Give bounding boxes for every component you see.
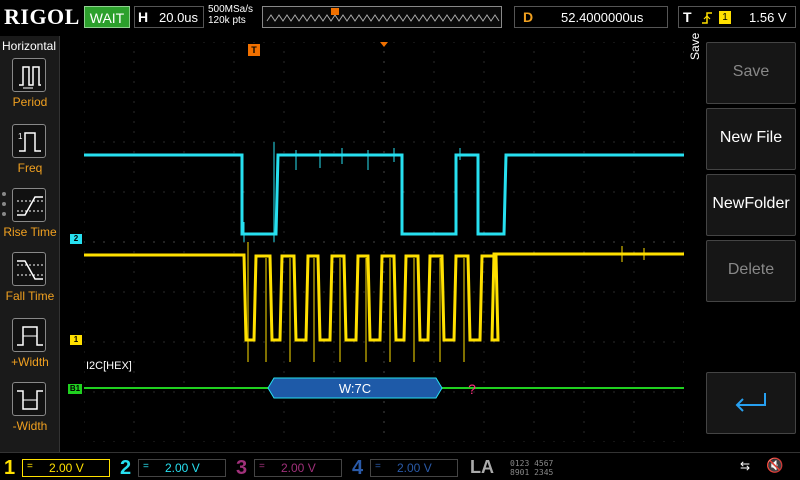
ch1-number: 1 xyxy=(4,457,16,479)
svg-text:1: 1 xyxy=(18,132,23,141)
horizontal-timebase[interactable]: H 20.0us xyxy=(134,6,204,28)
memory-depth: 120k pts xyxy=(208,15,246,26)
waveform-traces: W:7C ? xyxy=(84,142,684,399)
trigger-position-marker[interactable]: T xyxy=(248,44,260,56)
measure-freq-button[interactable]: 1 Freq xyxy=(0,124,60,188)
acquisition-info: 500MSa/s 120k pts xyxy=(208,4,253,26)
ch2-number: 2 xyxy=(120,457,132,479)
rising-edge-icon xyxy=(702,12,712,24)
rise-time-label: Rise Time xyxy=(3,225,57,239)
memory-waveform-icon xyxy=(266,8,500,22)
measure-positive-width-button[interactable]: +Width xyxy=(0,318,60,382)
new-file-button-label: New File xyxy=(719,129,783,146)
memory-overview-bar xyxy=(262,6,502,28)
la-channel-bits: 0123 4567 8901 2345 xyxy=(510,459,553,477)
decode-format-label: I2C[HEX] xyxy=(86,360,132,372)
positive-width-label: +Width xyxy=(11,355,49,369)
timebase-value: 20.0us xyxy=(159,10,199,25)
ch4-number: 4 xyxy=(352,457,364,479)
ch1-status[interactable]: 1 = 2.00 V xyxy=(0,457,112,479)
bus1-marker[interactable]: B1 xyxy=(68,384,82,394)
return-arrow-icon xyxy=(735,393,766,412)
dc-coupling-icon: = xyxy=(259,461,265,472)
horizontal-label: H xyxy=(138,9,149,25)
delay-value: 52.4000000us xyxy=(561,10,644,25)
logic-analyzer-status[interactable]: LA 0123 4567 8901 2345 xyxy=(466,457,596,479)
save-menu-title: Save xyxy=(688,32,702,60)
dc-coupling-icon: = xyxy=(375,461,381,472)
trigger-readout[interactable]: T 1 1.56 V xyxy=(678,6,796,28)
ch3-scale: 2.00 V xyxy=(281,461,316,475)
fall-time-label: Fall Time xyxy=(5,289,55,303)
positive-width-icon xyxy=(12,318,46,352)
fall-time-icon xyxy=(12,252,46,286)
ch2-offset-marker[interactable]: 2 xyxy=(70,234,82,244)
speaker-muted-icon[interactable]: 🔇 xyxy=(766,457,783,474)
decode-packet-text: W:7C xyxy=(339,381,371,396)
trigger-source-badge: 1 xyxy=(719,11,731,24)
ch1-waveform xyxy=(84,252,684,342)
delete-button[interactable]: Delete xyxy=(706,240,796,302)
return-button[interactable] xyxy=(706,372,796,434)
delay-label: D xyxy=(523,9,534,25)
delay-readout[interactable]: D 52.4000000us xyxy=(514,6,668,28)
ch4-scale: 2.00 V xyxy=(397,461,432,475)
rise-time-icon xyxy=(12,188,46,222)
negative-width-icon xyxy=(12,382,46,416)
sample-rate: 500MSa/s xyxy=(208,4,254,15)
new-folder-button-label: NewFolder xyxy=(712,195,790,212)
brand-logo: RIGOL xyxy=(4,4,80,29)
measure-sidebar: Horizontal Period 1 Freq Rise Time Fall … xyxy=(0,36,60,452)
dc-coupling-icon: = xyxy=(27,461,33,472)
ch2-waveform xyxy=(84,153,684,236)
delete-button-label: Delete xyxy=(727,261,775,278)
measure-fall-time-button[interactable]: Fall Time xyxy=(0,252,60,316)
la-bits-row-2: 8901 2345 xyxy=(510,468,554,477)
measure-negative-width-button[interactable]: -Width xyxy=(0,382,60,446)
sidebar-title: Horizontal xyxy=(2,39,57,53)
trigger-label: T xyxy=(683,9,692,25)
ch1-offset-marker[interactable]: 1 xyxy=(70,335,82,345)
la-label: LA xyxy=(470,457,494,477)
measure-rise-time-button[interactable]: Rise Time xyxy=(0,188,60,252)
new-file-button[interactable]: New File xyxy=(706,108,796,170)
ch3-number: 3 xyxy=(236,457,248,479)
decode-error-mark: ? xyxy=(468,381,476,397)
save-button[interactable]: Save xyxy=(706,42,796,104)
channel-status-bar: 1 = 2.00 V 2 = 2.00 V 3 = 2.00 V 4 = 2.00 V … xyxy=(0,452,800,480)
waveform-display[interactable]: W:7C ? xyxy=(84,42,684,442)
ch3-status[interactable]: 3 = 2.00 V xyxy=(232,457,344,479)
usb-icon: ⇆ xyxy=(740,459,751,473)
ch2-scale: 2.00 V xyxy=(165,461,200,475)
new-folder-button[interactable]: NewFolder xyxy=(706,174,796,236)
freq-label: Freq xyxy=(17,161,43,175)
period-icon xyxy=(12,58,46,92)
ch4-status[interactable]: 4 = 2.00 V xyxy=(348,457,460,479)
la-bits-row-1: 0123 4567 xyxy=(510,459,554,468)
dc-coupling-icon: = xyxy=(143,461,149,472)
save-button-label: Save xyxy=(732,63,770,80)
measure-period-button[interactable]: Period xyxy=(0,58,60,122)
ch2-status[interactable]: 2 = 2.00 V xyxy=(116,457,228,479)
freq-icon: 1 xyxy=(12,124,46,158)
period-label: Period xyxy=(12,95,48,109)
top-status-bar: RIGOL WAIT H 20.0us 500MSa/s 120k pts D … xyxy=(0,0,800,36)
trigger-status-badge: WAIT xyxy=(84,6,130,28)
ch1-scale: 2.00 V xyxy=(49,461,84,475)
negative-width-label: -Width xyxy=(12,419,48,433)
trigger-level-value: 1.56 V xyxy=(749,10,787,25)
